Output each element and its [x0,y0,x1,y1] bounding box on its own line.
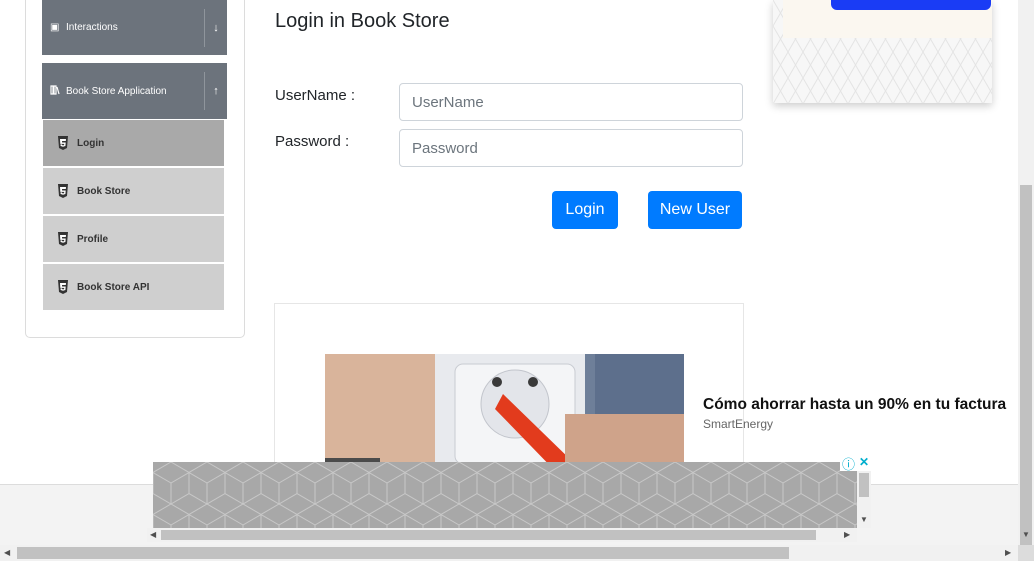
login-button[interactable]: Login [552,191,618,229]
sidebar-item-label: Book Store [77,185,131,197]
sidebar-item-book-store-api[interactable]: Book Store API [43,264,224,310]
sidebar-item-label: Book Store API [77,281,150,293]
vertical-scrollbar[interactable]: ▼ [1018,0,1034,545]
ad-info-icon[interactable]: ⓘ [842,454,855,473]
username-label: UserName : [275,87,356,104]
scroll-down-icon[interactable]: ▼ [1022,530,1030,539]
sidebar-group-interactions[interactable]: ▣ Interactions ↓ [42,0,227,55]
ad-inner-hscrollbar[interactable]: ◀ ▶ [147,528,857,542]
horizontal-scroll-thumb[interactable] [17,547,789,559]
top-ad-card[interactable] [773,0,992,103]
ad-pattern [773,0,992,103]
sidebar-item-label: Login [77,137,105,149]
cube-pattern [153,462,857,528]
ad-headline[interactable]: Cómo ahorrar hasta un 90% en tu factura [703,396,1006,414]
html5-icon [58,280,68,294]
interactions-icon: ▣ [50,22,60,33]
sidebar-item-book-store[interactable]: Book Store [43,168,224,214]
html5-icon [58,136,68,150]
html5-icon [58,232,68,246]
collapse-icon[interactable]: ↑ [205,85,227,97]
scroll-left-icon[interactable]: ◀ [4,548,10,557]
sidebar-item-label: Profile [77,233,109,245]
sidebar-item-profile[interactable]: Profile [43,216,224,262]
vertical-scroll-thumb[interactable] [1020,185,1032,545]
bottom-ad[interactable] [153,462,857,528]
sidebar-group-book-store-application[interactable]: Book Store Application ↑ [42,63,227,119]
page-title: Login in Book Store [275,10,450,32]
password-label: Password : [275,133,350,150]
password-input[interactable] [399,129,743,167]
ad-choices[interactable]: ⓘ ✕ [840,454,874,473]
ad-inner-scrollbar[interactable]: ▼ [857,471,871,528]
horizontal-scrollbar[interactable]: ◀ ▶ [0,545,1018,561]
group-label: Interactions [66,22,118,33]
username-input[interactable] [399,83,743,121]
book-icon [50,84,62,98]
html5-icon [58,184,68,198]
group-label: Book Store Application [66,85,167,97]
sidebar-item-login[interactable]: Login [43,120,224,166]
scrollbar-corner [1018,545,1034,561]
new-user-button[interactable]: New User [648,191,742,229]
close-icon[interactable]: ✕ [859,455,869,469]
ad-source[interactable]: SmartEnergy [703,417,773,431]
expand-icon[interactable]: ↓ [205,22,227,34]
scroll-right-icon[interactable]: ▶ [1005,548,1011,557]
